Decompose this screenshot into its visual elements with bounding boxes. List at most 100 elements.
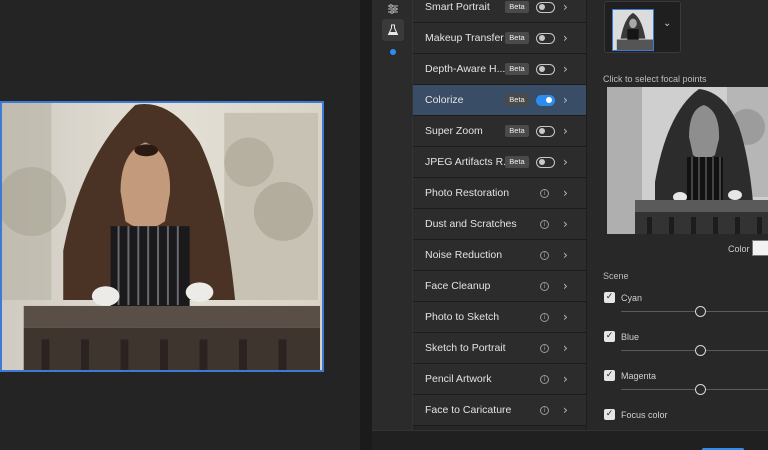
- colorized-portrait-image: [2, 103, 322, 370]
- active-indicator-dot: [390, 49, 396, 55]
- filter-item[interactable]: Smart Portrait Beta ›: [413, 0, 586, 23]
- filter-label: Photo Restoration: [425, 187, 510, 199]
- slider-label: Focus color: [621, 410, 668, 420]
- filter-label: JPEG Artifacts R...: [425, 156, 512, 168]
- beta-badge: Beta: [505, 125, 529, 137]
- filter-label: Face to Caricature: [425, 404, 512, 416]
- chevron-right-icon[interactable]: ›: [563, 341, 568, 355]
- filter-label: Noise Reduction: [425, 249, 503, 261]
- filter-item[interactable]: Sketch to Portrait i ›: [413, 333, 586, 364]
- toggle-knob: [538, 3, 545, 10]
- filter-label: Photo to Sketch: [425, 311, 500, 323]
- checkbox[interactable]: ✓: [604, 292, 615, 303]
- filter-toggle[interactable]: [536, 156, 555, 168]
- slider-label: Cyan: [621, 293, 643, 303]
- canvas-divider: [360, 0, 372, 450]
- filter-label: Dust and Scratches: [425, 218, 517, 230]
- chevron-down-icon[interactable]: ⌄: [663, 18, 671, 29]
- toggle-knob: [538, 158, 545, 165]
- beta-badge: Beta: [505, 1, 529, 13]
- flask-icon[interactable]: [382, 19, 404, 41]
- filter-item[interactable]: Super Zoom Beta ›: [413, 116, 586, 147]
- slider-thumb[interactable]: [695, 306, 706, 317]
- toggle-knob: [538, 65, 545, 72]
- info-icon[interactable]: i: [540, 312, 549, 322]
- toggle-knob: [538, 34, 545, 41]
- color-swatch[interactable]: [752, 240, 768, 256]
- chevron-right-icon[interactable]: ›: [563, 155, 568, 169]
- preset-thumbnail-dropdown[interactable]: ⌄: [604, 1, 681, 53]
- checkbox[interactable]: ✓: [604, 370, 615, 381]
- filter-label: Makeup Transfer: [425, 32, 504, 44]
- filter-item[interactable]: Photo to Sketch i ›: [413, 302, 586, 333]
- slider-thumb[interactable]: [695, 345, 706, 356]
- beta-badge: Beta: [505, 32, 529, 44]
- filter-item[interactable]: Face Cleanup i ›: [413, 271, 586, 302]
- chevron-right-icon[interactable]: ›: [563, 31, 568, 45]
- canvas-area: [0, 0, 360, 450]
- filter-item[interactable]: Depth-Aware H... Beta ›: [413, 54, 586, 85]
- slider-thumb[interactable]: [695, 384, 706, 395]
- beta-badge: Beta: [505, 94, 529, 106]
- colorize-settings-panel: ⌄ Click to select focal points Color Sce…: [587, 0, 768, 450]
- slider-label: Blue: [621, 332, 640, 342]
- preset-thumbnail-image: [612, 9, 654, 51]
- neural-filter-list: Smart Portrait Beta › Makeup Transfer Beta › D…: [413, 0, 586, 450]
- filter-item[interactable]: Face to Caricature i ›: [413, 395, 586, 426]
- checkbox[interactable]: ✓: [604, 409, 615, 420]
- filter-item[interactable]: Photo Restoration i ›: [413, 178, 586, 209]
- color-label: Color: [728, 244, 750, 254]
- filter-toggle[interactable]: [536, 1, 555, 13]
- filter-label: Pencil Artwork: [425, 373, 492, 385]
- filter-label: Colorize: [425, 94, 464, 106]
- slider-label: Magenta: [621, 371, 657, 381]
- filter-item[interactable]: Pencil Artwork i ›: [413, 364, 586, 395]
- toggle-knob: [538, 127, 545, 134]
- info-icon[interactable]: i: [540, 343, 549, 353]
- scene-label: Scene: [603, 271, 629, 281]
- beta-badge: Beta: [505, 156, 529, 168]
- chevron-right-icon[interactable]: ›: [563, 186, 568, 200]
- toggle-knob: [546, 96, 552, 103]
- info-icon[interactable]: i: [540, 250, 549, 260]
- chevron-right-icon[interactable]: ›: [563, 279, 568, 293]
- canvas-photo[interactable]: [0, 101, 324, 372]
- filter-item[interactable]: Colorize Beta ›: [413, 85, 586, 116]
- filter-item[interactable]: JPEG Artifacts R... Beta ›: [413, 147, 586, 178]
- filter-item[interactable]: Makeup Transfer Beta ›: [413, 23, 586, 54]
- chevron-right-icon[interactable]: ›: [563, 248, 568, 262]
- slider-row: ✓ Blue: [604, 331, 768, 367]
- filter-item[interactable]: Dust and Scratches i ›: [413, 209, 586, 240]
- chevron-right-icon[interactable]: ›: [563, 62, 568, 76]
- chevron-right-icon[interactable]: ›: [563, 310, 568, 324]
- info-icon[interactable]: i: [540, 219, 549, 229]
- filter-label: Smart Portrait: [425, 1, 490, 13]
- filter-label: Super Zoom: [425, 125, 483, 137]
- info-icon[interactable]: i: [540, 405, 549, 415]
- filter-label: Depth-Aware H...: [425, 63, 506, 75]
- sliders-icon[interactable]: [382, 0, 404, 20]
- slider-row: ✓ Magenta: [604, 370, 768, 406]
- chevron-right-icon[interactable]: ›: [563, 217, 568, 231]
- chevron-right-icon[interactable]: ›: [563, 93, 568, 107]
- filter-toggle[interactable]: [536, 94, 555, 106]
- chevron-right-icon[interactable]: ›: [563, 372, 568, 386]
- focal-points-label: Click to select focal points: [603, 74, 707, 84]
- info-icon[interactable]: i: [540, 188, 549, 198]
- filter-toggle[interactable]: [536, 125, 555, 137]
- slider-row: ✓ Cyan: [604, 292, 768, 328]
- filter-label: Face Cleanup: [425, 280, 491, 292]
- tool-rail: [372, 0, 413, 450]
- filter-toggle[interactable]: [536, 63, 555, 75]
- filter-item[interactable]: Noise Reduction i ›: [413, 240, 586, 271]
- filter-label: Sketch to Portrait: [425, 342, 506, 354]
- focal-point-image[interactable]: [607, 87, 768, 234]
- chevron-right-icon[interactable]: ›: [563, 403, 568, 417]
- info-icon[interactable]: i: [540, 374, 549, 384]
- bottom-action-bar: [372, 430, 768, 450]
- checkbox[interactable]: ✓: [604, 331, 615, 342]
- chevron-right-icon[interactable]: ›: [563, 0, 568, 14]
- filter-toggle[interactable]: [536, 32, 555, 44]
- info-icon[interactable]: i: [540, 281, 549, 291]
- chevron-right-icon[interactable]: ›: [563, 124, 568, 138]
